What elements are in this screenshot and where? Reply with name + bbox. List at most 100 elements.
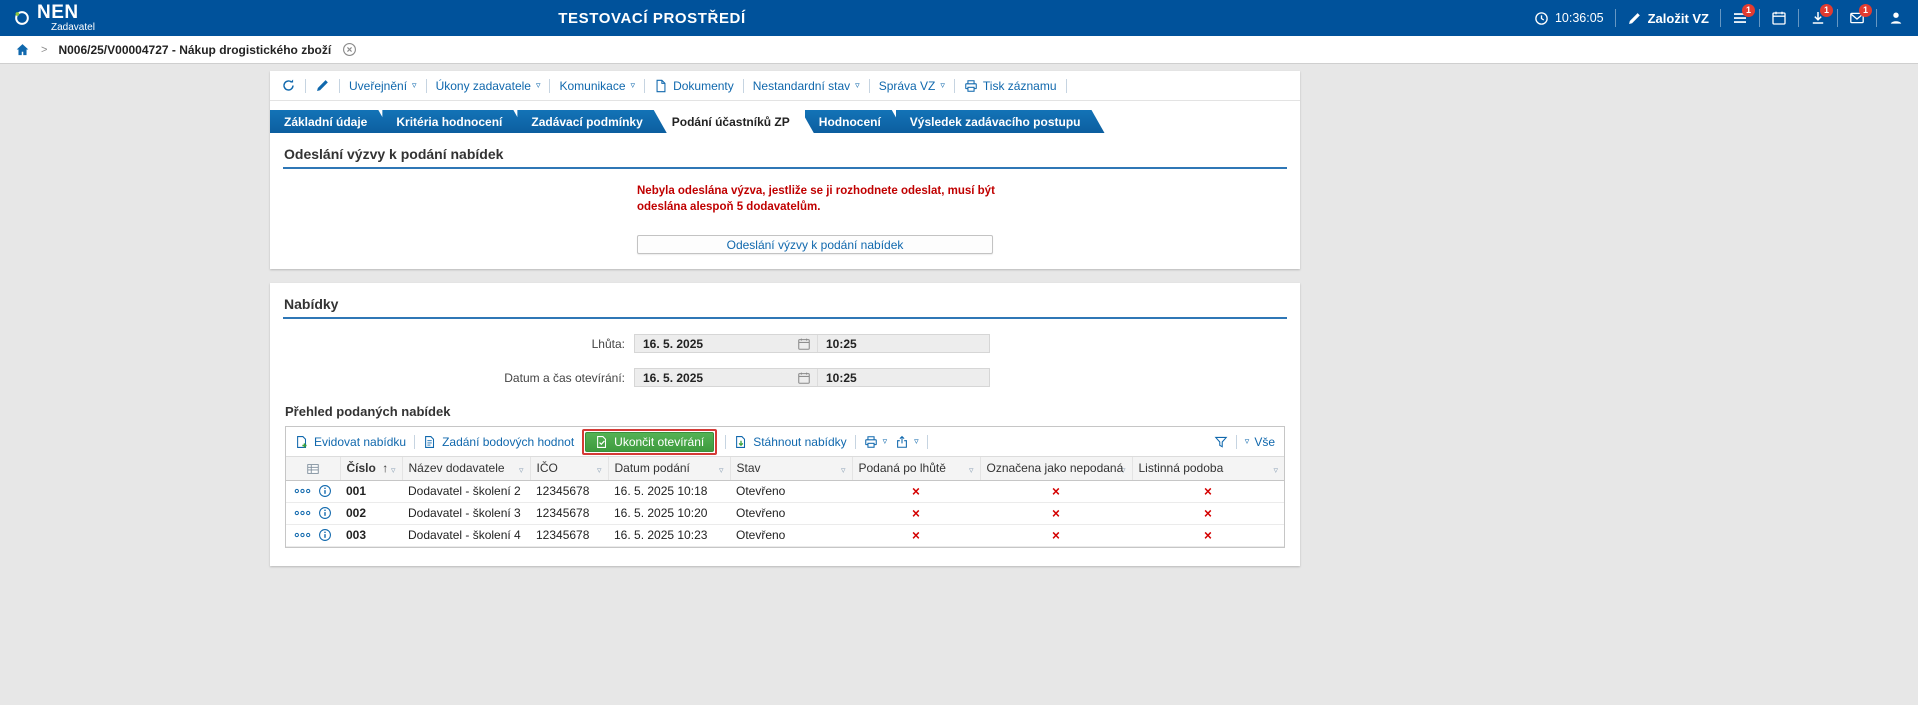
calendar-button[interactable] [1771, 10, 1787, 26]
pencil-icon [1628, 12, 1640, 24]
row-info-button[interactable] [318, 506, 332, 520]
home-button[interactable] [15, 42, 30, 57]
edit-record-button[interactable] [315, 78, 330, 93]
filter-caret-icon[interactable]: ▿ [969, 465, 974, 476]
info-icon [319, 507, 331, 519]
tab-zadavaci-podminky[interactable]: Zadávací podmínky [517, 110, 666, 133]
column-settings-button[interactable] [286, 457, 341, 481]
toolbar-label: Správa VZ [878, 78, 936, 93]
filter-button[interactable] [1214, 435, 1228, 449]
breadcrumb-record[interactable]: N006/25/V00004727 - Nákup drogistického … [58, 43, 331, 57]
opening-field: 16. 5. 2025 10:25 [634, 368, 990, 388]
user-icon [1890, 12, 1902, 24]
col-podana-po-lhute[interactable]: ▿ Podaná po lhůtě [852, 457, 981, 481]
col-nazev-dodavatele[interactable]: ▿ Název dodavatele [402, 457, 531, 481]
column-label: Označena jako nepodaná [986, 460, 1124, 475]
filter-caret-icon[interactable]: ▿ [1273, 465, 1278, 476]
col-datum-podani[interactable]: ▿ Datum podání [608, 457, 731, 481]
main-menu-button[interactable]: 1 [1732, 4, 1755, 26]
opening-time-value: 10:25 [817, 369, 989, 387]
add-offer-icon [297, 435, 307, 448]
view-selector[interactable]: ▿ Vše [1245, 435, 1275, 449]
chevron-down-icon: ▿ [855, 80, 860, 90]
row-info-button[interactable] [318, 528, 332, 542]
ukoncit-otevirani-button[interactable]: Ukončit otevírání [585, 431, 715, 452]
cell-supplier: Dodavatel - školení 2 [402, 480, 530, 503]
end-opening-icon [597, 435, 607, 448]
tab-kriteria-hodnoceni[interactable]: Kritéria hodnocení [382, 110, 526, 133]
row-info-button[interactable] [318, 484, 332, 498]
messages-button[interactable]: 1 [1849, 4, 1872, 26]
tab-podani-ucastniku-zp[interactable]: Podání účastníků ZP [658, 110, 814, 133]
cell-status: Otevřeno [730, 524, 852, 547]
table-row[interactable]: 003 Dodavatel - školení 4 12345678 16. 5… [286, 524, 1284, 547]
opening-row: Datum a čas otevírání: 16. 5. 2025 10:25 [270, 368, 1300, 388]
opening-label: Datum a čas otevírání: [504, 370, 625, 385]
pencil-icon [317, 80, 328, 91]
document-icon [656, 79, 666, 92]
calendar-picker-button[interactable] [797, 371, 811, 385]
tab-vysledek-zadavaciho-postupu[interactable]: Výsledek zadávacího postupu [896, 110, 1105, 133]
section-rule [283, 317, 1287, 320]
filter-caret-icon[interactable]: ▿ [719, 465, 724, 476]
close-circle-icon [343, 43, 357, 56]
export-icon [897, 435, 908, 448]
export-table-button[interactable]: ▿ [895, 435, 919, 449]
cell-supplier: Dodavatel - školení 3 [402, 502, 530, 525]
close-record-button[interactable] [342, 42, 357, 57]
evidovat-nabidku-button[interactable]: Evidovat nabídku [295, 435, 406, 449]
button-label: Zadání bodových hodnot [442, 434, 575, 449]
stahnout-nabidky-button[interactable]: Stáhnout nabídky [734, 435, 847, 449]
toolbar-nestandardni-stav[interactable]: Nestandardní stav ▿ [753, 79, 860, 93]
toolbar-komunikace[interactable]: Komunikace ▿ [559, 79, 635, 93]
col-oznacena-jako-nepodana[interactable]: ▿ Označena jako nepodaná [980, 457, 1133, 481]
offers-table-card: Evidovat nabídku Zadání bodových hodnot [285, 426, 1285, 548]
filter-caret-icon[interactable]: ▿ [519, 465, 524, 476]
row-menu-button[interactable] [294, 509, 311, 517]
filter-caret-icon[interactable]: ▿ [841, 465, 846, 476]
table-row[interactable]: 001 Dodavatel - školení 2 12345678 16. 5… [286, 480, 1284, 503]
table-row[interactable]: 002 Dodavatel - školení 3 12345678 16. 5… [286, 502, 1284, 525]
column-label: IČO [536, 460, 558, 475]
toolbar-tisk-zaznamu[interactable]: Tisk záznamu [964, 79, 1057, 93]
col-ico[interactable]: ▿ IČO [530, 457, 609, 481]
row-menu-button[interactable] [294, 531, 311, 539]
zadani-bodovych-hodnot-button[interactable]: Zadání bodových hodnot [423, 435, 574, 449]
toolbar-dokumenty[interactable]: Dokumenty [654, 79, 734, 93]
tab-hodnoceni[interactable]: Hodnocení [805, 110, 905, 133]
send-invite-button[interactable]: Odeslání výzvy k podání nabídek [637, 235, 993, 255]
button-label: Ukončit otevírání [614, 434, 705, 449]
tab-label: Základní údaje [284, 114, 368, 129]
chevron-down-icon: ▿ [882, 436, 888, 447]
filter-caret-icon[interactable]: ▿ [391, 465, 396, 476]
row-menu-button[interactable] [294, 487, 311, 495]
user-button[interactable] [1888, 10, 1904, 26]
column-label: Stav [736, 460, 761, 475]
tab-zakladni-udaje[interactable]: Základní údaje [270, 110, 391, 133]
refresh-button[interactable] [281, 78, 296, 93]
calendar-picker-button[interactable] [797, 337, 811, 351]
toolbar-uverejneni[interactable]: Uveřejnění ▿ [349, 79, 417, 93]
dots-menu-icon [294, 488, 311, 494]
environment-title: TESTOVACÍ PROSTŘEDÍ [558, 9, 746, 27]
cell-late-cross-icon: × [852, 524, 980, 547]
filter-caret-icon[interactable]: ▿ [597, 465, 602, 476]
cell-ico: 12345678 [530, 480, 608, 503]
col-cislo[interactable]: ▿ Číslo ↑ [340, 457, 403, 481]
toolbar-ukony-zadavatele[interactable]: Úkony zadavatele ▿ [436, 79, 541, 93]
toolbar-sprava-vz[interactable]: Správa VZ ▿ [879, 79, 945, 93]
top-bar: NEN Zadavatel TESTOVACÍ PROSTŘEDÍ 10:36:… [0, 0, 1918, 36]
toolbar-label: Uveřejnění [349, 78, 408, 93]
divider [1759, 9, 1760, 27]
logo-subtitle: Zadavatel [51, 22, 95, 33]
col-listinna-podoba[interactable]: ▿ Listinná podoba [1132, 457, 1284, 481]
cell-number: 003 [340, 524, 402, 547]
cell-paper-cross-icon: × [1132, 524, 1284, 547]
create-vz-button[interactable]: Založit VZ [1627, 11, 1709, 26]
col-stav[interactable]: ▿ Stav [730, 457, 853, 481]
nen-logo[interactable]: NEN Zadavatel [14, 3, 95, 33]
downloads-button[interactable]: 1 [1810, 4, 1833, 26]
cell-submitted: 16. 5. 2025 10:20 [608, 502, 730, 525]
download-badge: 1 [1820, 4, 1833, 17]
print-table-button[interactable]: ▿ [864, 435, 888, 449]
